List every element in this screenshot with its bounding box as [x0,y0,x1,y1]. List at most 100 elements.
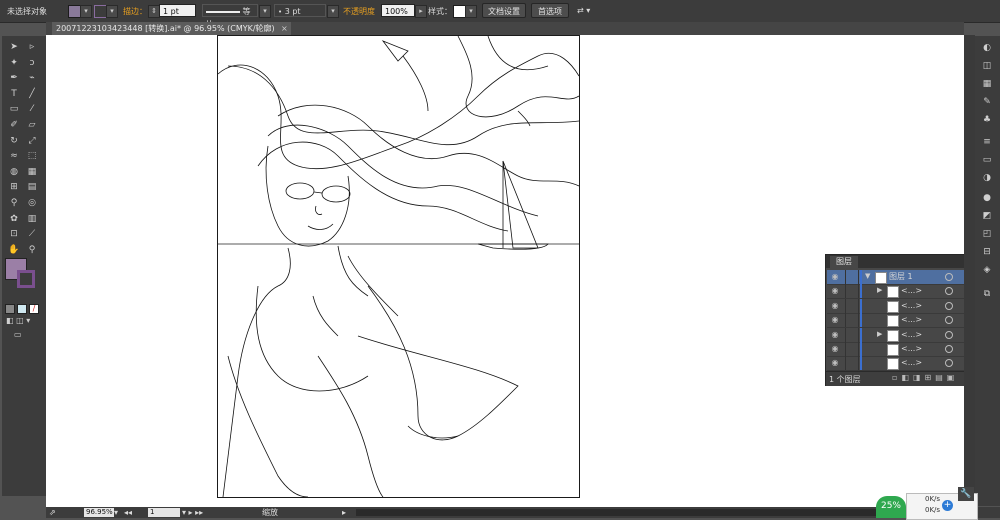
sublayer-row[interactable]: ◉ ▶ <...> [827,327,964,343]
magic-wand-icon[interactable]: ✦ [6,56,22,71]
visibility-eye-icon[interactable]: ◉ [830,358,840,368]
style-dropdown[interactable]: ▾ [465,5,477,18]
pen-icon[interactable]: ✒ [6,71,22,86]
lock-toggle[interactable] [845,327,859,342]
type-icon[interactable]: T [6,87,22,102]
swatches-icon[interactable]: ▦ [980,78,994,91]
brush-select[interactable]: • 3 pt Round [274,4,326,30]
visibility-eye-icon[interactable]: ◉ [830,272,840,282]
symbols-icon[interactable]: ♣ [980,114,994,127]
none-mode-icon[interactable]: / [29,304,39,314]
lock-toggle[interactable] [845,298,859,313]
graph-icon[interactable]: ▥ [24,212,40,227]
screen-mode-icon[interactable]: ▭ [14,330,28,340]
scale-icon[interactable]: ⤢ [24,134,40,149]
gradient-mode-icon[interactable] [17,304,27,314]
visibility-eye-icon[interactable]: ◉ [830,301,840,311]
layer-row[interactable]: ◉ ▼ 图层 1 [827,270,964,285]
stroke-profile-select[interactable]: 等比 [202,4,258,29]
close-tab-icon[interactable]: × [281,22,288,35]
lock-toggle[interactable] [845,313,859,328]
target-circle-icon[interactable] [945,359,953,368]
eyedropper-icon[interactable]: ⚲ [6,196,22,211]
target-circle-icon[interactable] [945,301,953,310]
vertical-scrollbar[interactable] [964,35,975,507]
layer-footer-icons[interactable]: ▫◧◨⊞▤▣ [892,373,958,382]
sublayer-row[interactable]: ◉ <...> [827,298,964,314]
eraser-icon[interactable]: ▱ [24,118,40,133]
warp-icon[interactable]: ≈ [6,149,22,164]
opacity-dropdown[interactable]: ▸ [415,5,427,18]
layers-panel-icon[interactable]: ◈ [980,264,994,277]
visibility-eye-icon[interactable]: ◉ [830,315,840,325]
target-circle-icon[interactable] [945,345,953,353]
network-monitor-badge[interactable]: 25% [876,496,906,518]
artboard-number-field[interactable]: 1 [148,508,180,517]
arrange-documents-icon[interactable]: ⇄ ▾ [577,6,590,15]
expand-arrow-icon[interactable]: ▶ [877,330,882,338]
status-menu-icon[interactable]: ▸ [342,508,346,518]
lock-toggle[interactable] [845,342,859,356]
mesh-icon[interactable]: ⊞ [6,180,22,195]
zoom-icon[interactable]: ⚲ [24,243,40,258]
symbol-sprayer-icon[interactable]: ✿ [6,212,22,227]
visibility-eye-icon[interactable]: ◉ [830,344,840,354]
expand-arrow-icon[interactable]: ▼ [865,272,870,280]
visibility-eye-icon[interactable]: ◉ [830,286,840,296]
lock-toggle[interactable] [845,284,859,299]
export-icon[interactable]: ⇗ [49,508,56,518]
pathfinder-icon[interactable]: ⧉ [980,288,994,301]
line-icon[interactable]: ╱ [24,87,40,102]
target-circle-icon[interactable] [945,316,953,325]
brushes-icon[interactable]: ✎ [980,96,994,109]
drawing-modes-icon[interactable]: ◧ ◫ ▾ [6,316,42,326]
zoom-dropdown-icon[interactable]: ▾ [114,508,118,518]
artboard-icon[interactable]: ⊡ [6,227,22,242]
fill-dropdown[interactable]: ▾ [80,5,92,18]
transparency-panel-icon[interactable]: ◑ [980,172,994,185]
wrench-icon[interactable]: 🔧 [958,487,974,501]
color-panel-icon[interactable]: ◐ [980,42,994,55]
expand-arrow-icon[interactable]: ▶ [877,286,882,294]
rectangle-icon[interactable]: ▭ [6,102,22,117]
brush-dropdown[interactable]: ▾ [327,5,339,18]
appearance-panel-icon[interactable]: ● [980,192,994,205]
next-artboard-icon[interactable]: ▾ ▸ ▸▸ [182,508,203,518]
sublayer-row[interactable]: ◉ <...> [827,342,964,357]
horizontal-scrollbar[interactable] [356,509,916,516]
layers-panel-header[interactable]: 图层 ≡ [826,255,974,268]
stroke-label[interactable]: 描边： [123,6,147,17]
align-panel-icon[interactable]: ⊟ [980,246,994,259]
selection-icon[interactable]: ➤ [6,40,22,55]
stroke-dropdown[interactable]: ▾ [106,5,118,18]
sublayer-row[interactable]: ◉ <...> [827,313,964,329]
lasso-icon[interactable]: ↄ [24,56,40,71]
color-mode-icon[interactable] [5,304,15,314]
direct-selection-icon[interactable]: ▹ [24,40,40,55]
target-circle-icon[interactable] [945,273,953,281]
gradient-panel-icon[interactable]: ▭ [980,154,994,167]
pencil-icon[interactable]: ✐ [6,118,22,133]
curvature-icon[interactable]: ⌁ [24,71,40,86]
target-circle-icon[interactable] [945,330,953,339]
slice-icon[interactable]: ⟋ [24,227,40,242]
zoom-field[interactable]: 96.95% [84,508,114,517]
profile-dropdown[interactable]: ▾ [259,5,271,18]
stroke-weight-field[interactable]: 1 pt [159,4,196,17]
rotate-icon[interactable]: ↻ [6,134,22,149]
free-transform-icon[interactable]: ⬚ [24,149,40,164]
artboard[interactable] [217,35,580,498]
layers-tab[interactable]: 图层 [830,256,858,268]
hand-icon[interactable]: ✋ [6,243,22,258]
document-tab[interactable]: 20071223103423448 [转换].ai* @ 96.95% (CMY… [52,22,291,35]
opacity-field[interactable]: 100% [381,4,415,17]
preferences-button[interactable]: 首选项 [531,3,569,18]
lock-toggle[interactable] [845,270,859,284]
color-guide-icon[interactable]: ◫ [980,60,994,73]
sublayer-row[interactable]: ◉ ▶ <...> [827,284,964,300]
blend-icon[interactable]: ◎ [24,196,40,211]
artboards-panel-icon[interactable]: ◰ [980,228,994,241]
stroke-color-swatch[interactable] [17,270,35,288]
first-artboard-icon[interactable]: ◂◂ [124,508,132,518]
stroke-panel-icon[interactable]: ≡ [980,136,994,149]
